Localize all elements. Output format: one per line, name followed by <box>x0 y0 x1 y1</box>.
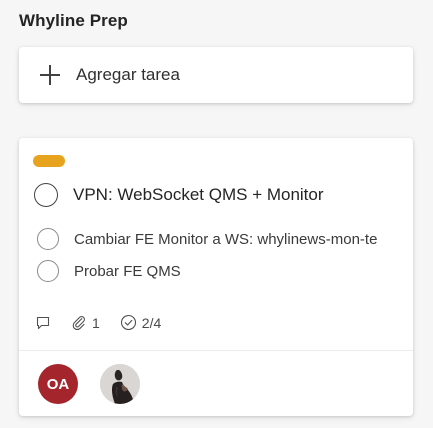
add-task-label: Agregar tarea <box>76 65 180 84</box>
comment-icon <box>36 316 50 329</box>
assignees: OA <box>38 364 162 404</box>
attachments-indicator[interactable]: 1 <box>71 315 100 331</box>
person-photo-avatar[interactable] <box>100 364 140 404</box>
checklist: Cambiar FE Monitor a WS: whylinews-mon-t… <box>37 223 397 287</box>
paperclip-icon <box>72 315 85 330</box>
comments-indicator[interactable] <box>35 315 51 331</box>
task-title-row: VPN: WebSocket QMS + Monitor <box>34 183 324 207</box>
avatar-initials: OA <box>46 375 70 393</box>
plus-icon <box>40 65 60 85</box>
attachments-count: 1 <box>92 314 100 331</box>
checklist-item-checkbox[interactable] <box>37 228 59 250</box>
bucket-title: Whyline Prep <box>19 11 128 30</box>
task-meta-row: 1 2/4 <box>35 314 181 331</box>
checklist-item-checkbox[interactable] <box>37 260 59 282</box>
checklist-item-text: Cambiar FE Monitor a WS: whylinews-mon-t… <box>74 230 378 248</box>
checklist-item: Cambiar FE Monitor a WS: whylinews-mon-t… <box>37 223 397 255</box>
checklist-item: Probar FE QMS <box>37 255 397 287</box>
task-complete-checkbox[interactable] <box>34 183 58 207</box>
label-tag <box>33 155 65 167</box>
card-divider <box>19 350 413 351</box>
person-silhouette-icon <box>100 364 140 404</box>
checklist-item-text: Probar FE QMS <box>74 262 181 280</box>
task-title: VPN: WebSocket QMS + Monitor <box>73 185 324 204</box>
checklist-progress-indicator[interactable]: 2/4 <box>120 314 161 331</box>
add-task-button[interactable]: Agregar tarea <box>19 47 413 103</box>
checklist-check-icon <box>120 314 136 331</box>
task-card[interactable]: VPN: WebSocket QMS + Monitor Cambiar FE … <box>19 138 413 416</box>
checklist-progress-text: 2/4 <box>141 314 162 331</box>
avatar[interactable]: OA <box>38 364 78 404</box>
